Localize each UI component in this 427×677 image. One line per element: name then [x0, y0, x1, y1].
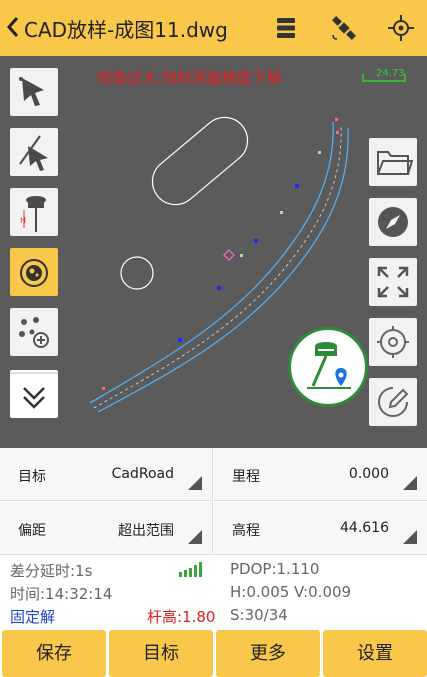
scale-bar: 24.73	[362, 66, 406, 86]
diff-delay-text: 差分延时:1s	[10, 562, 93, 580]
svg-text:H: H	[20, 216, 26, 225]
offset-value: 超出范围	[118, 523, 174, 539]
menu-layers-icon[interactable]	[271, 13, 301, 43]
locate-icon	[377, 326, 409, 358]
bottom-action-bar: 保存 目标 更多 设置	[0, 628, 427, 677]
add-point-button[interactable]	[10, 308, 58, 356]
satellite-icon[interactable]	[329, 13, 359, 43]
target-button[interactable]: 目标	[109, 630, 213, 677]
top-bar: CAD放样-成图11.dwg	[0, 0, 427, 56]
cad-map-canvas[interactable]: 倾角过大,倾斜测量精度下降 24.73 H	[0, 56, 427, 448]
target-label: 目标	[18, 469, 46, 485]
solution-status-text: 固定解	[10, 608, 56, 626]
back-icon[interactable]	[6, 15, 20, 39]
gps-location-button[interactable]	[288, 327, 368, 407]
compass-button[interactable]	[369, 198, 417, 246]
fullscreen-icon	[377, 266, 409, 298]
tilt-warning-text: 倾角过大,倾斜测量精度下降	[97, 69, 282, 87]
offset-label: 偏距	[18, 523, 46, 539]
hv-precision-text: H:0.005 V:0.009	[230, 583, 352, 601]
select-line-icon	[19, 135, 48, 171]
select-line-button[interactable]	[10, 128, 58, 176]
mileage-field[interactable]: 里程 0.000	[214, 448, 427, 501]
mileage-value: 0.000	[348, 466, 389, 482]
pole-height-text: 杆高:1.80	[147, 608, 216, 626]
gps-receiver-location-icon	[307, 342, 351, 389]
signal-strength-icon	[179, 562, 202, 577]
pole-height-button[interactable]: H	[10, 188, 58, 236]
pole-height-icon: H	[20, 196, 46, 232]
elevation-value: 44.616	[340, 520, 389, 536]
fullscreen-button[interactable]	[369, 258, 417, 306]
target-field[interactable]: 目标 CadRoad	[0, 448, 213, 501]
dropdown-corner-icon	[403, 476, 417, 490]
mileage-label: 里程	[232, 469, 260, 485]
edit-button[interactable]	[369, 378, 417, 426]
tilt-compass-button[interactable]	[10, 248, 58, 296]
dropdown-corner-icon	[403, 530, 417, 544]
dropdown-corner-icon	[188, 530, 202, 544]
edit-icon	[378, 387, 409, 417]
select-arrow-icon	[19, 77, 44, 106]
offset-field[interactable]: 偏距 超出范围	[0, 502, 213, 555]
expand-more-icon	[10, 372, 58, 409]
save-button[interactable]: 保存	[2, 630, 106, 677]
add-point-icon	[19, 317, 49, 348]
pdop-text: PDOP:1.110	[230, 560, 320, 578]
open-file-button[interactable]	[369, 138, 417, 186]
elevation-label: 高程	[232, 523, 260, 539]
more-button[interactable]: 更多	[216, 630, 320, 677]
expand-more-button[interactable]	[10, 370, 58, 418]
page-title: CAD放样-成图11.dwg	[24, 18, 228, 42]
locate-button[interactable]	[369, 318, 417, 366]
settings-button[interactable]: 设置	[323, 630, 427, 677]
dropdown-corner-icon	[188, 476, 202, 490]
select-arrow-button[interactable]	[10, 68, 58, 116]
compass-icon	[378, 207, 408, 237]
compass-tilt-icon	[20, 259, 48, 287]
elevation-field[interactable]: 高程 44.616	[214, 502, 427, 555]
target-crosshair-icon[interactable]	[386, 13, 416, 43]
stakeout-info-panel: 目标 CadRoad 里程 0.000 偏距 超出范围 高程 44.616	[0, 448, 427, 556]
satellite-count-text: S:30/34	[230, 606, 288, 624]
scale-value: 24.73	[376, 68, 405, 79]
time-text: 时间:14:32:14	[10, 585, 113, 603]
gnss-status-panel[interactable]: 差分延时:1s 时间:14:32:14 固定解 杆高:1.80 PDOP:1.1…	[0, 556, 427, 628]
target-value: CadRoad	[111, 466, 174, 482]
folder-icon	[377, 151, 414, 175]
